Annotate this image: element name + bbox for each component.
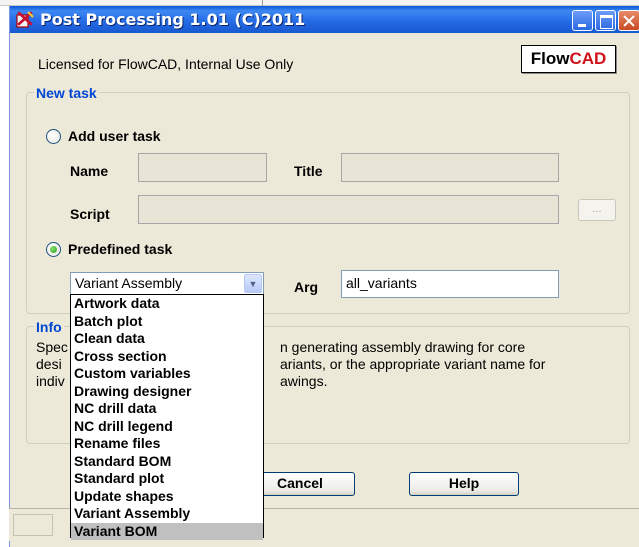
- task-dropdown-list[interactable]: Artwork data Batch plot Clean data Cross…: [70, 294, 264, 540]
- arg-field[interactable]: all_variants: [341, 270, 559, 298]
- title-label: Title: [294, 163, 323, 179]
- title-field[interactable]: [341, 153, 559, 182]
- name-field[interactable]: [138, 153, 267, 182]
- task-select-value: Variant Assembly: [75, 275, 183, 291]
- dropdown-option[interactable]: Standard plot: [71, 470, 263, 488]
- task-select[interactable]: Variant Assembly ▼: [70, 272, 264, 295]
- add-user-task-radio[interactable]: [46, 129, 61, 144]
- dropdown-option[interactable]: Batch plot: [71, 313, 263, 331]
- dropdown-option[interactable]: Update shapes: [71, 488, 263, 506]
- dropdown-option[interactable]: NC drill legend: [71, 418, 263, 436]
- dropdown-option-highlighted[interactable]: Variant BOM: [71, 522, 263, 540]
- dropdown-option[interactable]: Cross section: [71, 348, 263, 366]
- license-text: Licensed for FlowCAD, Internal Use Only: [38, 56, 294, 72]
- dropdown-option[interactable]: Drawing designer: [71, 383, 263, 401]
- name-label: Name: [70, 163, 109, 179]
- dropdown-option[interactable]: Clean data: [71, 330, 263, 348]
- info-line: awings.: [280, 373, 328, 389]
- info-line: ariants, or the appropriate variant name…: [280, 356, 546, 372]
- info-line: n generating assembly drawing for core: [280, 339, 526, 355]
- dropdown-option[interactable]: NC drill data: [71, 400, 263, 418]
- predefined-task-label[interactable]: Predefined task: [68, 241, 172, 257]
- add-user-task-label[interactable]: Add user task: [68, 128, 161, 144]
- new-task-legend: New task: [34, 85, 99, 101]
- help-button[interactable]: Help: [409, 472, 519, 496]
- chevron-down-icon[interactable]: ▼: [244, 274, 262, 293]
- dropdown-option[interactable]: Artwork data: [71, 295, 263, 313]
- status-pane: [13, 514, 53, 536]
- script-field[interactable]: [138, 195, 559, 224]
- flowcad-logo: FlowCAD: [521, 45, 616, 73]
- arg-label: Arg: [294, 279, 319, 295]
- script-label: Script: [70, 206, 110, 222]
- dropdown-option[interactable]: Rename files: [71, 435, 263, 453]
- dropdown-option[interactable]: Custom variables: [71, 365, 263, 383]
- dropdown-option[interactable]: Variant Assembly: [71, 505, 263, 523]
- dropdown-option[interactable]: Standard BOM: [71, 453, 263, 471]
- browse-button[interactable]: ...: [578, 199, 616, 221]
- dialog-content: Licensed for FlowCAD, Internal Use Only …: [0, 0, 639, 547]
- predefined-task-radio[interactable]: [46, 242, 61, 257]
- info-legend: Info: [34, 319, 64, 335]
